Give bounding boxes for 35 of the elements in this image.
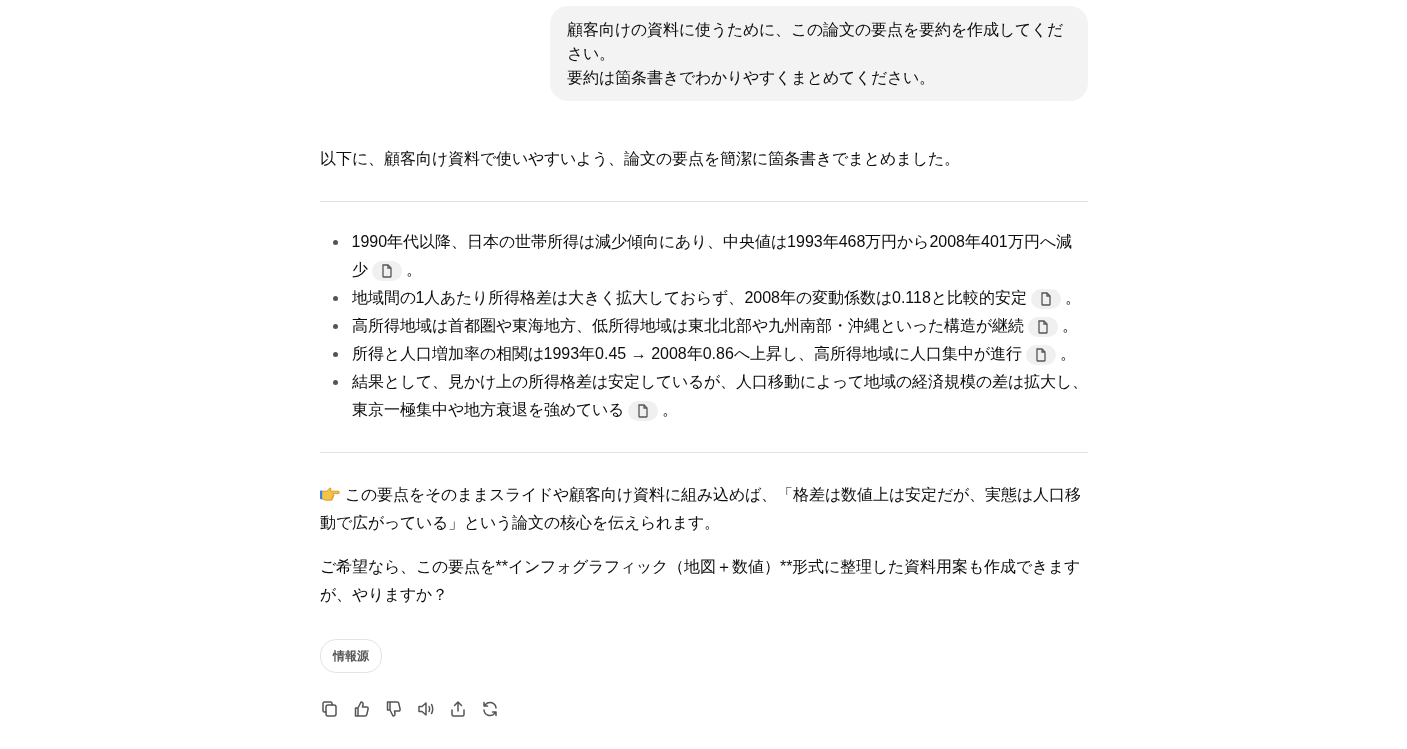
speaker-icon xyxy=(415,699,436,719)
citation-button[interactable] xyxy=(1025,345,1056,365)
bullet-text: 東京一極集中や地方衰退を強めている xyxy=(351,401,624,418)
intro-text: 以下に、顧客向け資料で使いやすいよう、論文の要点を簡潔に箇条書きでまとめました。 xyxy=(319,149,961,169)
document-icon xyxy=(1034,348,1047,362)
bullet-icon xyxy=(333,296,338,301)
bullet-text: 高所得地域は首都圏や東海地方、低所得地域は東北北部や九州南部・沖縄といった構造が継続 xyxy=(351,317,1024,334)
document-icon xyxy=(380,264,393,278)
bullet-text: 所得と人口増加率の相関は1993年0.45 → 2008年0.86へ上昇し、高所得地域に人口集中が進行 xyxy=(351,345,1022,362)
sources-button[interactable]: 情報源 xyxy=(319,639,382,673)
bullet-text: 地域間の1人あたり所得格差は大きく拡大しておらず、2008年の変動係数は0.118と比較的安定 xyxy=(351,289,1027,306)
bullet-text: 1990年代以降、日本の世帯所得は減少傾向にあり、中央値は1993年468万円から2008年401万円へ減 xyxy=(351,232,1072,252)
document-icon xyxy=(1039,292,1052,306)
sentence-end: 。 xyxy=(405,261,422,278)
bullet-icon xyxy=(333,240,338,245)
sentence-end: 。 xyxy=(1061,317,1078,334)
copy-icon xyxy=(319,699,340,719)
follow-up-paragraph: ご希望なら、この要点を**インフォグラフィック（地図＋数値）**形式に整理した資料用案も作成できますが、やりますか？ xyxy=(319,557,1082,605)
bullet-text: 少 xyxy=(351,261,368,278)
sentence-end: 。 xyxy=(1059,345,1076,362)
tip-paragraph: この要点をそのままスライドや顧客向け資料に組み込めば、「格差は数値上は安定だが、実態は人口移動で広がっている」という論文の核心を伝えられます。 xyxy=(319,485,1082,533)
bullet-icon xyxy=(333,324,338,329)
sentence-end: 。 xyxy=(661,401,678,418)
citation-button[interactable] xyxy=(371,261,402,281)
pointing-hand-icon xyxy=(319,487,340,501)
bullet-text: 結果として、見かけ上の所得格差は安定しているが、人口移動によって地域の経済規模の差は拡大し、 xyxy=(351,372,1088,392)
citation-button[interactable] xyxy=(1030,289,1061,309)
document-icon xyxy=(1036,320,1049,334)
citation-button[interactable] xyxy=(627,401,658,421)
citation-button[interactable] xyxy=(1027,317,1058,337)
user-message: 顧客向けの資料に使うために、この論文の要点を要約を作成してください。 要約は箇条書きでわかりやすくまとめてください。 xyxy=(549,6,1088,101)
bullet-icon xyxy=(333,352,338,357)
bullet-icon xyxy=(333,380,338,385)
document-icon xyxy=(636,404,649,418)
sentence-end: 。 xyxy=(1064,289,1081,306)
